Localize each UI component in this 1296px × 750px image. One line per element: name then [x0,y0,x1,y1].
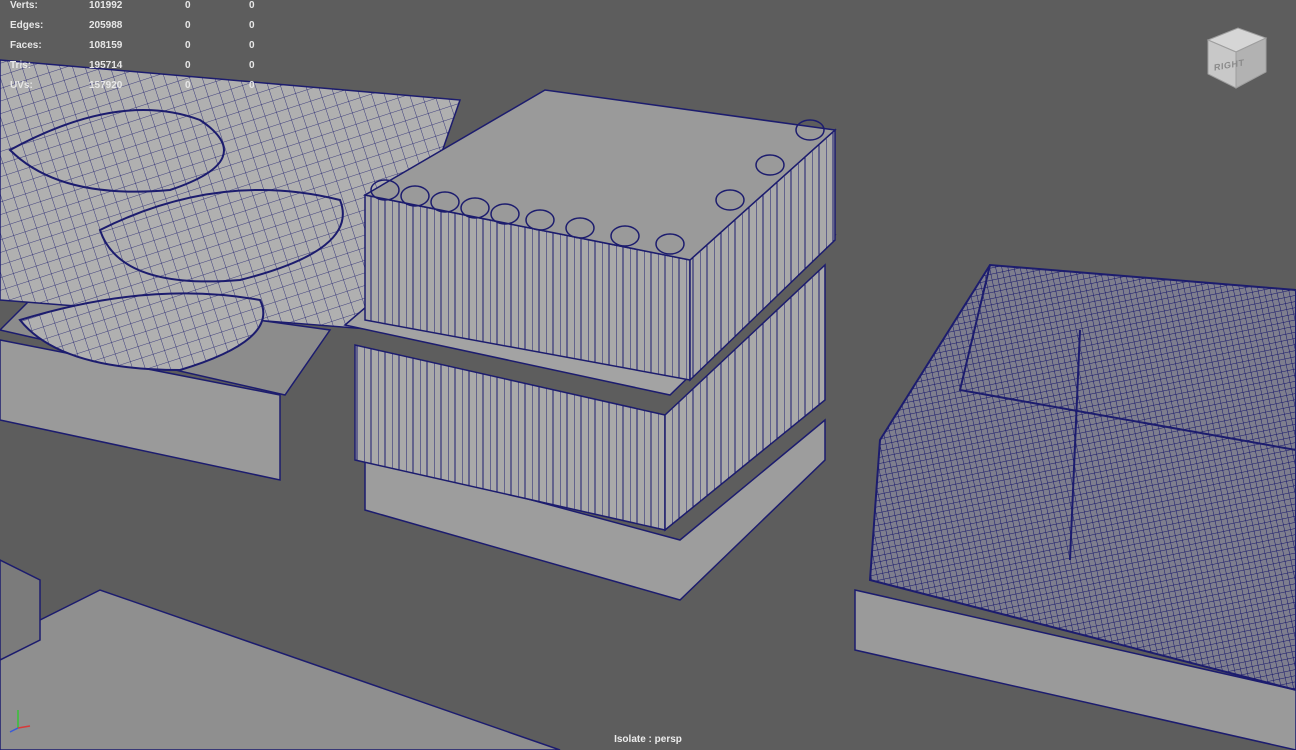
hud-count: 101992 [89,0,123,11]
hud-count: 157920 [89,80,123,91]
3d-viewport[interactable] [0,0,1296,750]
hud-selected: 0 [185,60,191,71]
hud-component: 0 [249,80,255,91]
hud-selected: 0 [185,80,191,91]
viewport-caption: Isolate : persp [614,734,682,745]
hud-selected: 0 [185,0,191,11]
hud-label: Tris: [10,60,32,71]
hud-component: 0 [249,0,255,11]
hud-label: Edges: [10,20,44,31]
hud-count: 108159 [89,40,123,51]
basket-pallet[interactable] [854,263,1296,750]
hud-component: 0 [249,20,255,31]
hud-selected: 0 [185,20,191,31]
hud-count: 205988 [89,20,123,31]
hud-count: 195714 [89,60,123,71]
hud-selected: 0 [185,40,191,51]
hud-component: 0 [249,60,255,71]
axis-gizmo-icon [9,710,31,733]
hud-label: Verts: [10,0,38,11]
hud-label: UVs: [10,80,33,91]
hud-component: 0 [249,40,255,51]
foreground-pallet[interactable] [0,559,561,750]
bottle-pallet[interactable] [343,89,837,601]
hud-label: Faces: [10,40,42,51]
